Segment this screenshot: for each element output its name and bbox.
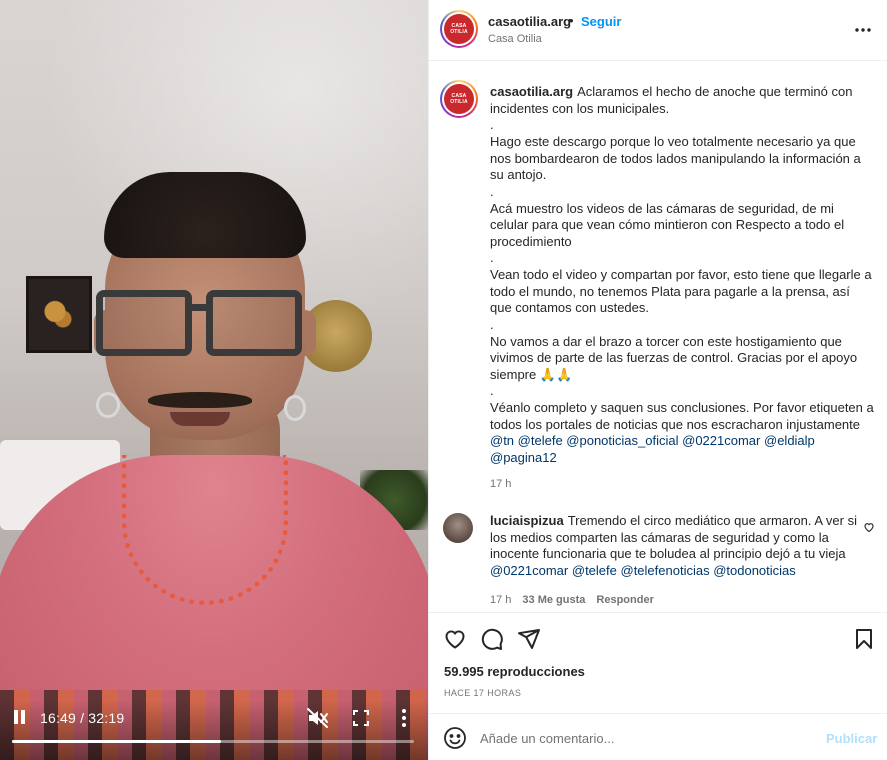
comment-icon[interactable] <box>480 627 504 651</box>
comments-section[interactable]: CASA OTILIA casaotilia.arg Aclaramos el h… <box>429 62 887 612</box>
caption-tags: @tn @telefe @ponoticias_oficial @0221com… <box>490 433 874 466</box>
mention-link[interactable]: @telefe <box>518 433 563 448</box>
caption-time[interactable]: 17 h <box>490 478 511 490</box>
reply-button[interactable]: Responder <box>596 594 653 606</box>
volume-muted-icon[interactable] <box>307 708 329 728</box>
mention-link[interactable]: @0221comar <box>490 563 568 578</box>
caption-paragraph: Acá muestro los videos de las cámaras de… <box>490 200 845 249</box>
bookmark-icon[interactable] <box>852 627 876 651</box>
add-comment-bar: Publicar <box>429 713 887 760</box>
earring-right <box>284 395 306 421</box>
pause-icon[interactable] <box>12 710 26 726</box>
video-progress-fill <box>12 740 222 743</box>
caption-paragraph: . <box>490 117 494 132</box>
video-progress-bar[interactable] <box>12 740 414 743</box>
mention-link[interactable]: @telefe <box>572 563 617 578</box>
follow-button[interactable]: Seguir <box>581 14 621 29</box>
glasses-lens-right <box>206 290 302 356</box>
caption-avatar-logo-text: CASA OTILIA <box>450 93 468 105</box>
caption-paragraph: Vean todo el video y compartan por favor… <box>490 267 872 315</box>
caption-paragraph: No vamos a dar el brazo a torcer con est… <box>490 333 858 382</box>
mention-link[interactable]: @telefenoticias <box>621 563 710 578</box>
view-count[interactable]: 59.995 reproducciones <box>444 664 585 679</box>
fullscreen-icon[interactable] <box>352 709 370 727</box>
header-username[interactable]: casaotilia.arg <box>488 14 571 29</box>
send-icon[interactable] <box>517 627 541 651</box>
person-glasses <box>96 290 302 356</box>
emoji-smile-icon[interactable] <box>443 726 467 750</box>
header-separator: • <box>569 13 574 28</box>
person-hair <box>104 172 306 258</box>
post-actions <box>429 612 887 662</box>
heart-outline-icon[interactable] <box>443 627 467 651</box>
heart-outline-icon[interactable] <box>863 521 875 533</box>
video-player[interactable]: 16:49 / 32:19 <box>0 0 428 760</box>
comment-time[interactable]: 17 h <box>490 594 511 606</box>
caption-avatar[interactable]: CASA OTILIA <box>444 84 474 114</box>
post-header: CASA OTILIA casaotilia.arg • Seguir Casa… <box>429 0 887 61</box>
caption-paragraph: Hago este descargo porque lo veo totalme… <box>490 134 861 182</box>
account-avatar[interactable]: CASA OTILIA <box>444 14 474 44</box>
post-age: HACE 17 HORAS <box>444 688 522 698</box>
wall-poster <box>26 276 92 353</box>
avatar-logo-text: CASA OTILIA <box>450 23 468 35</box>
caption-username[interactable]: casaotilia.arg <box>490 84 573 99</box>
mention-link[interactable]: @0221comar <box>682 433 760 448</box>
glasses-lens-left <box>96 290 192 356</box>
commenter-avatar[interactable] <box>443 513 473 543</box>
comment-input[interactable] <box>480 726 810 750</box>
comment-meta: 17 h 33 Me gusta Responder <box>490 594 654 606</box>
mention-link[interactable]: @todonoticias <box>713 563 796 578</box>
mention-link[interactable]: @ponoticias_oficial <box>566 433 678 448</box>
earring-left <box>96 392 120 418</box>
publish-button[interactable]: Publicar <box>826 731 877 746</box>
mention-link[interactable]: @tn <box>490 433 514 448</box>
person-mustache <box>148 392 252 408</box>
mention-link[interactable]: @pagina12 <box>490 450 557 465</box>
post-side-panel: CASA OTILIA casaotilia.arg • Seguir Casa… <box>428 0 887 760</box>
comment-username[interactable]: luciaispizua <box>490 513 564 528</box>
video-time: 16:49 / 32:19 <box>40 710 125 726</box>
caption-paragraph: . <box>490 316 494 332</box>
more-horizontal-icon[interactable] <box>853 22 873 38</box>
mention-link[interactable]: @eldialp <box>764 433 815 448</box>
comment-likes[interactable]: 33 Me gusta <box>522 594 585 606</box>
header-location[interactable]: Casa Otilia <box>488 33 542 45</box>
caption-paragraph: Véanlo completo y saquen sus conclusione… <box>490 400 874 432</box>
comment-body: luciaispizua Tremendo el circo mediático … <box>490 513 862 579</box>
caption-paragraph: . <box>490 250 494 265</box>
more-vertical-icon[interactable] <box>397 707 411 729</box>
caption-paragraph: . <box>490 183 494 199</box>
caption-paragraph: . <box>490 383 494 398</box>
post-caption: casaotilia.arg Aclaramos el hecho de anoc… <box>490 84 874 466</box>
person-mouth <box>170 412 230 426</box>
